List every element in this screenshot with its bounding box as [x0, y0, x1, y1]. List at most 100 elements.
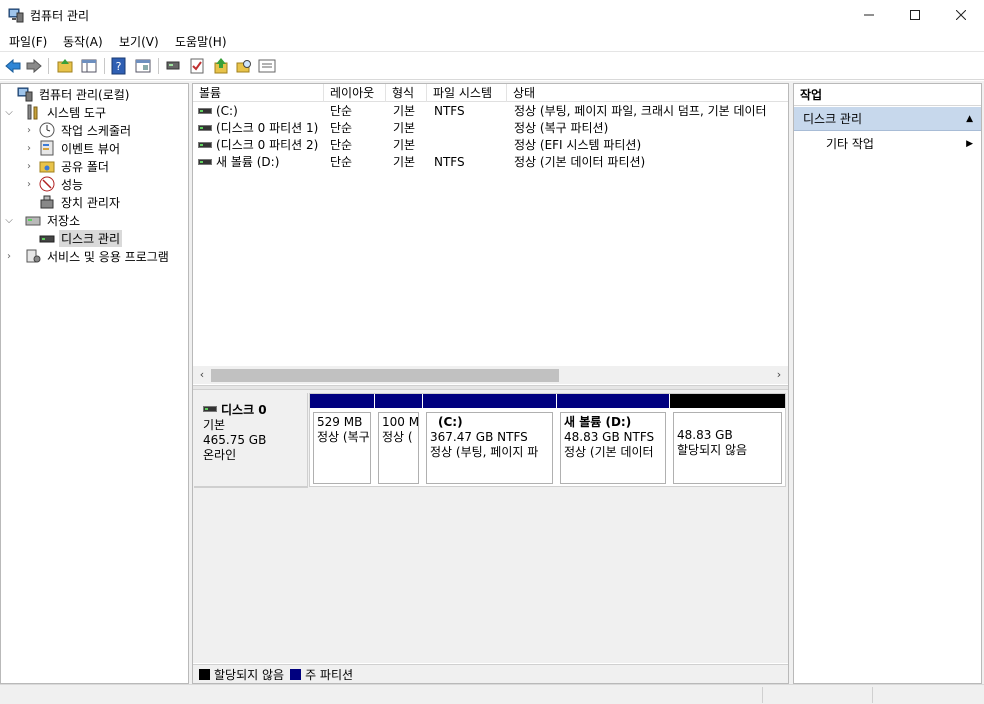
layout-cell: 단순 [330, 121, 353, 135]
storage-icon [25, 216, 41, 226]
disk-name: 디스크 0 [221, 403, 267, 417]
volume-icon [198, 158, 212, 165]
partition-size: 48.83 GB [677, 428, 733, 442]
performance-icon [39, 176, 55, 192]
partition-status: 할당되지 않음 [677, 443, 748, 457]
back-arrow-icon[interactable] [4, 57, 22, 75]
table-row[interactable]: (디스크 0 파티션 2) 단순 기본 정상 (EFI 시스템 파티션) [193, 137, 788, 154]
tree-item-system-tools[interactable]: ⌵ 시스템 도구 [3, 103, 108, 121]
volume-icon [198, 107, 212, 114]
actions-section-disk-management[interactable]: 디스크 관리 ▲ [794, 107, 981, 131]
table-row[interactable]: 새 볼륨 (D:) 단순 기본 NTFS 정상 (기본 데이터 파티션) [193, 154, 788, 171]
tree-item-task-scheduler[interactable]: › 작업 스케줄러 [23, 121, 133, 139]
tree-item-computer-management[interactable]: 컴퓨터 관리(로컬) [3, 85, 131, 103]
device-manager-icon [40, 195, 54, 209]
tree-item-event-viewer[interactable]: › 이벤트 뷰어 [23, 139, 122, 157]
file-system-cell: NTFS [434, 104, 465, 118]
menu-help[interactable]: 도움말(H) [175, 33, 227, 50]
disk-icon [203, 405, 217, 412]
tree-label: 저장소 [47, 213, 81, 228]
partition-strip: 529 MB 정상 (복구 100 M 정상 ( (C:) 367.47 GB … [309, 393, 786, 487]
disk-0-label[interactable]: 디스크 0 기본 465.75 GB 온라인 [194, 393, 308, 488]
properties-icon[interactable] [258, 57, 276, 75]
type-cell: 기본 [393, 121, 416, 135]
tree-item-device-manager[interactable]: 장치 관리자 [23, 193, 122, 211]
tree-item-shared-folders[interactable]: › 공유 폴더 [23, 157, 111, 175]
collapse-up-icon[interactable]: ▲ [966, 107, 973, 131]
volume-name: (디스크 0 파티션 2) [216, 138, 319, 152]
table-row[interactable]: (디스크 0 파티션 1) 단순 기본 정상 (복구 파티션) [193, 120, 788, 137]
up-folder-icon[interactable] [56, 57, 74, 75]
close-icon [956, 10, 966, 20]
minimize-button[interactable] [846, 0, 892, 30]
action-label: 기타 작업 [826, 137, 874, 151]
title-bar: 컴퓨터 관리 [0, 0, 984, 30]
export-icon[interactable] [212, 57, 230, 75]
menu-view[interactable]: 보기(V) [119, 33, 159, 50]
tree-item-disk-management[interactable]: 디스크 관리 [23, 229, 123, 247]
tree-label: 장치 관리자 [61, 195, 121, 210]
forward-arrow-icon[interactable] [25, 57, 43, 75]
tree-item-services-applications[interactable]: › 서비스 및 응용 프로그램 [3, 247, 171, 265]
scroll-left-icon[interactable]: ‹ [194, 367, 210, 383]
chevron-right-icon[interactable]: › [3, 251, 15, 262]
tree-item-performance[interactable]: › 성능 [23, 175, 85, 193]
volume-name: (C:) [216, 104, 238, 118]
close-button[interactable] [938, 0, 984, 30]
workspace: 컴퓨터 관리(로컬) ⌵ 시스템 도구 › 작업 스케줄러 › 이벤트 뷰어 ›… [0, 81, 984, 684]
chevron-down-icon[interactable]: ⌵ [3, 215, 15, 226]
scrollbar-thumb[interactable] [211, 369, 559, 382]
horizontal-scrollbar[interactable]: ‹ › [193, 366, 788, 384]
partition-recovery[interactable]: 529 MB 정상 (복구 [310, 394, 374, 487]
tree-item-storage[interactable]: ⌵ 저장소 [3, 211, 82, 229]
action-pane-icon[interactable] [134, 57, 152, 75]
show-hide-tree-icon[interactable] [80, 57, 98, 75]
legend-swatch-primary [290, 668, 302, 680]
submenu-arrow-icon: ▶ [966, 139, 973, 149]
window-title: 컴퓨터 관리 [30, 9, 90, 23]
table-row[interactable]: (C:) 단순 기본 NTFS 정상 (부팅, 페이지 파일, 크래시 덤프, … [193, 103, 788, 120]
chevron-right-icon[interactable]: › [23, 179, 35, 190]
volume-name: (디스크 0 파티션 1) [216, 121, 319, 135]
partition-bar [375, 394, 422, 408]
status-cell: 정상 (기본 데이터 파티션) [514, 155, 646, 169]
chevron-right-icon[interactable]: › [23, 143, 35, 154]
column-header-file-system[interactable]: 파일 시스템 [427, 84, 507, 102]
status-cell: 정상 (부팅, 페이지 파일, 크래시 덤프, 기본 데이터 [514, 104, 767, 118]
partition-efi[interactable]: 100 M 정상 ( [375, 394, 422, 487]
chevron-right-icon[interactable]: › [23, 125, 35, 136]
computer-management-icon [8, 8, 24, 23]
clock-icon [39, 122, 55, 138]
layout-cell: 단순 [330, 104, 353, 118]
volume-icon [198, 141, 212, 148]
chevron-right-icon[interactable]: › [23, 161, 35, 172]
column-header-status[interactable]: 상태 [507, 84, 788, 102]
legend-swatch-unallocated [199, 668, 210, 680]
toolbar: ? [0, 52, 984, 80]
menu-action[interactable]: 동작(A) [63, 33, 103, 50]
menu-bar: 파일(F) 동작(A) 보기(V) 도움말(H) [0, 30, 984, 52]
partition-status: 정상 ( [382, 430, 413, 444]
partition-d[interactable]: 새 볼륨 (D:) 48.83 GB NTFS 정상 (기본 데이터 [557, 394, 669, 487]
column-header-layout[interactable]: 레이아웃 [324, 84, 386, 102]
partition-c[interactable]: (C:) 367.47 GB NTFS 정상 (부팅, 페이지 파 [423, 394, 556, 487]
partition-name: (C:) [438, 415, 463, 429]
disk-icon [39, 235, 55, 243]
column-header-type[interactable]: 형식 [386, 84, 427, 102]
chevron-down-icon[interactable]: ⌵ [3, 107, 15, 118]
type-cell: 기본 [393, 104, 416, 118]
connect-icon[interactable] [165, 57, 183, 75]
scroll-right-icon[interactable]: › [771, 367, 787, 383]
partition-unallocated[interactable]: 48.83 GB 할당되지 않음 [670, 394, 785, 487]
help-icon[interactable]: ? [110, 57, 128, 75]
menu-file[interactable]: 파일(F) [9, 33, 47, 50]
column-header-volume[interactable]: 볼륨 [193, 84, 324, 102]
file-system-cell: NTFS [434, 155, 465, 169]
tree-label: 이벤트 뷰어 [61, 141, 121, 156]
checklist-icon[interactable] [188, 57, 206, 75]
partition-size: 529 MB [317, 415, 363, 429]
partition-name: 새 볼륨 (D:) [564, 415, 632, 429]
action-more-actions[interactable]: 기타 작업 ▶ [794, 134, 981, 154]
maximize-button[interactable] [892, 0, 938, 30]
search-folder-icon[interactable] [235, 57, 253, 75]
